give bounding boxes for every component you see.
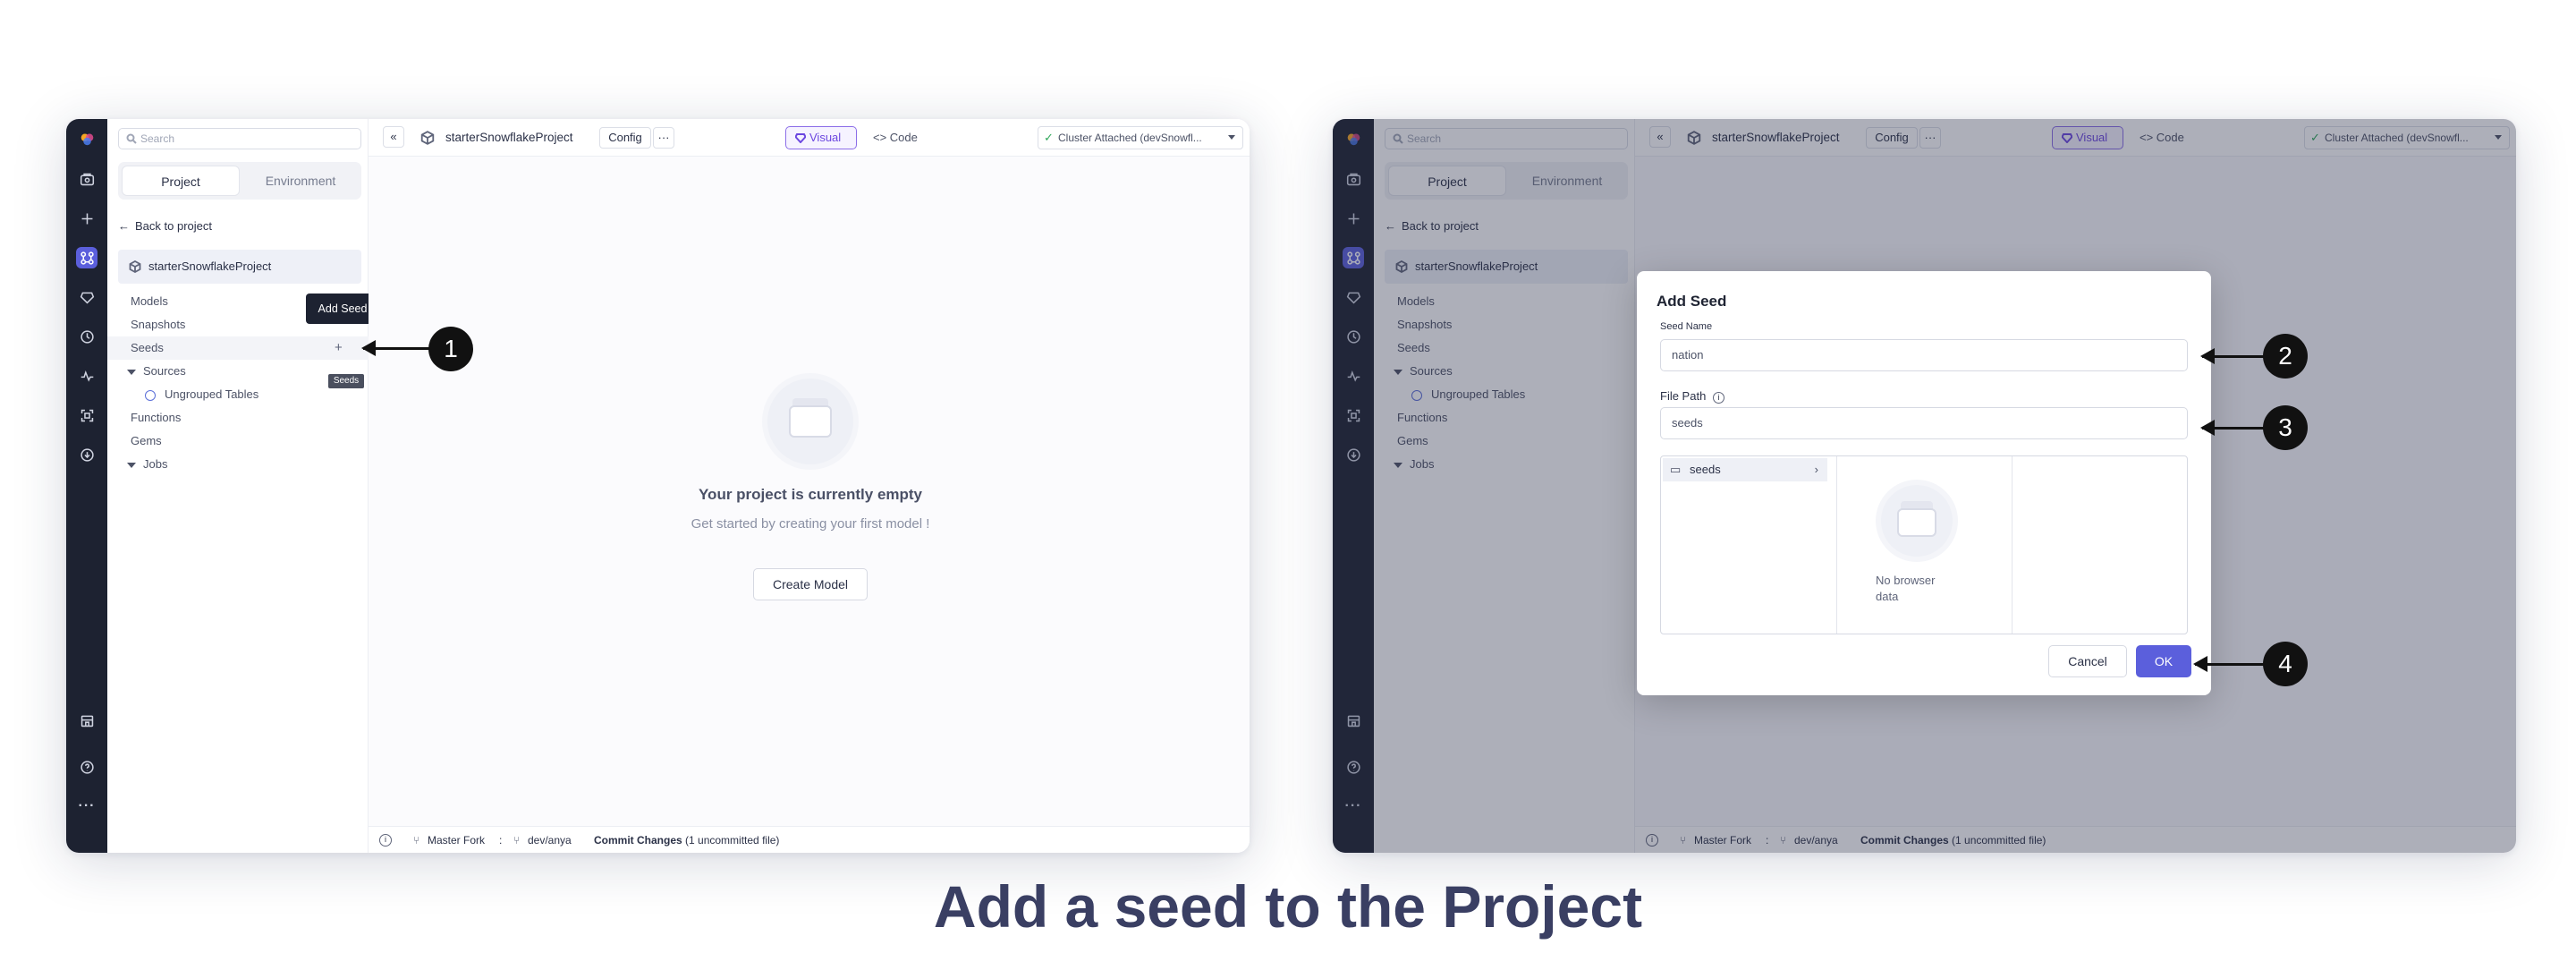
sidebar: Search Project Environment ← Back to proj… <box>107 119 379 853</box>
cluster-dropdown[interactable]: ✓ Cluster Attached (devSnowfl... <box>1038 126 1243 149</box>
caret-down-icon <box>127 462 136 468</box>
table-icon <box>145 389 156 401</box>
seed-name-label: Seed Name <box>1660 321 1713 332</box>
file-browser: ▭ seeds › No browser data <box>1660 455 2188 634</box>
arrow-left-icon: ← <box>118 219 130 233</box>
file-path-input[interactable]: seeds <box>1660 407 2188 439</box>
no-browser-data-text: No browser data <box>1876 574 1936 603</box>
folder-icon[interactable] <box>76 168 97 190</box>
icon-rail: ··· <box>66 119 107 853</box>
gem-icon[interactable] <box>76 286 97 308</box>
arrow-1 <box>361 340 429 356</box>
tree-gems[interactable]: Gems <box>107 430 369 453</box>
create-model-button[interactable]: Create Model <box>753 568 868 600</box>
topbar: « starterSnowflakeProject Config ··· Vis… <box>369 119 1250 157</box>
back-to-project-link[interactable]: ← Back to project <box>118 219 212 233</box>
logo-icon[interactable] <box>76 128 97 149</box>
ok-button[interactable]: OK <box>2136 645 2191 677</box>
caret-down-icon <box>127 369 136 375</box>
status-bar: i ⑂ Master Fork : ⑂ dev/anya Commit Chan… <box>369 826 1250 853</box>
chevron-down-icon <box>1228 135 1235 140</box>
cube-icon <box>129 260 141 273</box>
screenshot-left: ··· Search Project Environment ← Back to … <box>66 119 1250 853</box>
fork-icon: ⑂ <box>413 834 420 847</box>
empty-title: Your project is currently empty <box>698 486 923 503</box>
empty-subtitle: Get started by creating your first model… <box>691 516 930 532</box>
check-icon: ✓ <box>1044 131 1054 144</box>
browser-divider <box>1836 456 1837 634</box>
add-seed-modal: Add Seed Seed Name nation File Path i se… <box>1637 271 2211 695</box>
file-path-label: File Path i <box>1660 389 1724 404</box>
config-button[interactable]: Config <box>599 127 651 149</box>
download-icon[interactable] <box>76 444 97 465</box>
add-seed-icon[interactable]: + <box>335 336 343 360</box>
store-icon[interactable] <box>76 710 97 731</box>
more-icon[interactable]: ··· <box>76 796 97 817</box>
code-icon: <> <box>873 131 890 144</box>
search-icon <box>126 133 137 144</box>
tree-jobs[interactable]: Jobs <box>107 453 369 476</box>
empty-box-illustration <box>1881 485 1953 557</box>
arrow-2 <box>2200 348 2265 364</box>
activity-icon[interactable] <box>76 365 97 387</box>
branch-icon: ⑂ <box>513 834 521 847</box>
tree-functions[interactable]: Functions <box>107 406 369 430</box>
project-title: starterSnowflakeProject <box>445 131 573 144</box>
folder-icon: ▭ <box>1670 463 1682 476</box>
arrow-4 <box>2193 656 2265 672</box>
chevron-right-icon: › <box>1814 463 1818 476</box>
marker-4: 4 <box>2263 642 2308 686</box>
project-env-toggle: Project Environment <box>118 162 361 200</box>
project-row[interactable]: starterSnowflakeProject <box>118 250 361 284</box>
tab-project[interactable]: Project <box>122 166 240 196</box>
search-input[interactable]: Search <box>118 128 361 149</box>
marker-1: 1 <box>428 327 473 371</box>
marker-3: 3 <box>2263 405 2308 450</box>
visual-tab[interactable]: Visual <box>785 126 857 149</box>
branch-label[interactable]: dev/anya <box>528 827 572 853</box>
info-icon[interactable]: i <box>379 834 392 847</box>
arrow-3 <box>2200 420 2265 436</box>
seed-name-input[interactable]: nation <box>1660 339 2188 371</box>
master-fork-label[interactable]: Master Fork <box>428 827 485 853</box>
scan-icon[interactable] <box>76 404 97 426</box>
tree-seeds[interactable]: Seeds + <box>107 336 369 360</box>
folder-seeds-row[interactable]: ▭ seeds › <box>1663 458 1827 481</box>
help-icon[interactable] <box>76 756 97 778</box>
separator: : <box>499 834 503 847</box>
marker-2: 2 <box>2263 334 2308 379</box>
graph-icon[interactable] <box>76 247 97 268</box>
gem-icon <box>795 133 806 143</box>
clock-icon[interactable] <box>76 326 97 347</box>
seeds-tooltip: Seeds <box>328 374 364 388</box>
tab-environment[interactable]: Environment <box>242 166 360 196</box>
more-button[interactable]: ··· <box>653 127 674 149</box>
screenshot-right: ··· Search Project Environment ← Back to … <box>1333 119 2516 853</box>
plus-icon[interactable] <box>76 208 97 229</box>
cube-icon <box>420 131 435 145</box>
code-tab[interactable]: <> Code <box>873 126 918 149</box>
main-area: « starterSnowflakeProject Config ··· Vis… <box>369 119 1250 853</box>
collapse-button[interactable]: « <box>383 126 404 148</box>
commit-changes-button[interactable]: Commit Changes (1 uncommitted file) <box>594 827 779 853</box>
cancel-button[interactable]: Cancel <box>2048 645 2127 677</box>
caption-title: Add a seed to the Project <box>933 873 1643 940</box>
empty-box-illustration <box>767 379 853 464</box>
modal-title: Add Seed <box>1657 293 1727 310</box>
info-icon: i <box>1712 392 1724 404</box>
